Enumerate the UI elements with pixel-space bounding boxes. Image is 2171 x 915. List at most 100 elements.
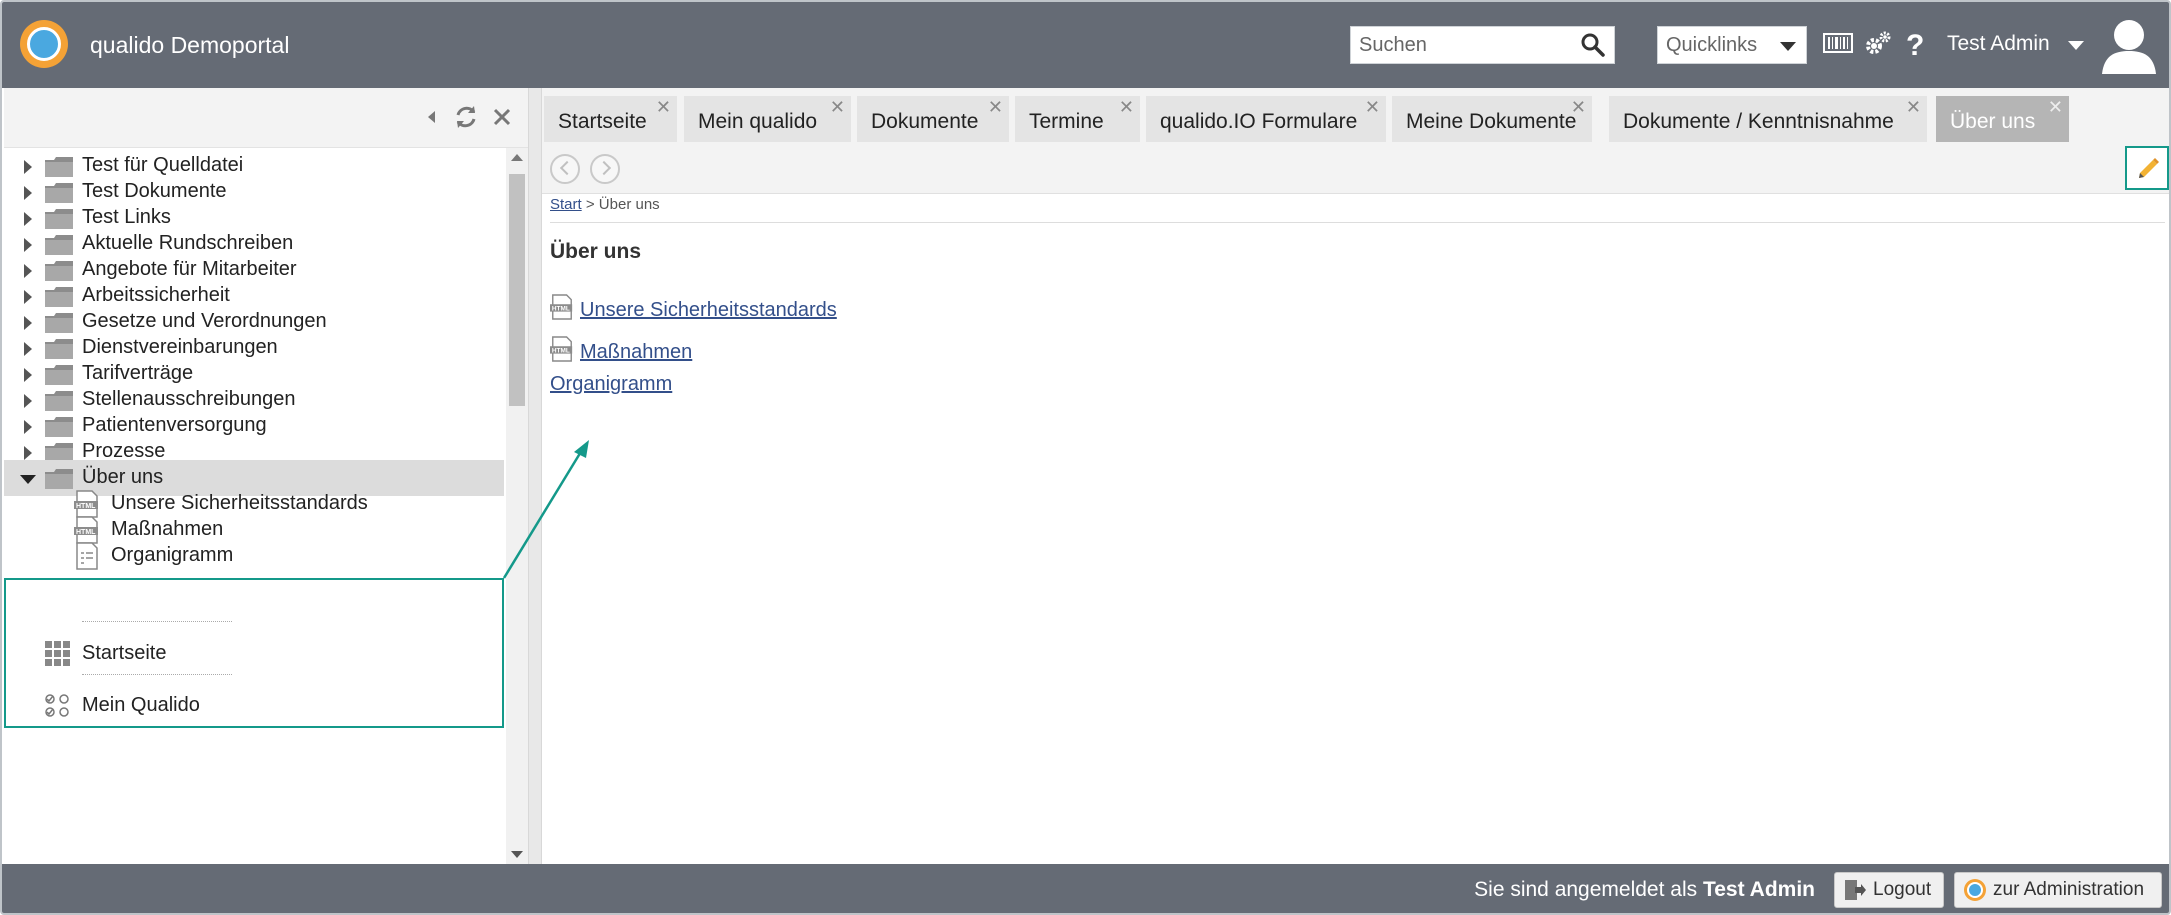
refresh-icon[interactable] — [452, 103, 480, 131]
search-input[interactable] — [1351, 27, 1571, 63]
breadcrumb: Start > Über uns — [550, 196, 660, 213]
document-link-label: Unsere Sicherheitsstandards — [580, 299, 837, 321]
app-window: qualido Demoportal Quicklinks ? — [0, 0, 2171, 915]
collapse-arrow-icon[interactable] — [20, 475, 36, 484]
sidebar: Test für Quelldatei Test Dokumente Test … — [4, 88, 528, 864]
page-title: Über uns — [550, 240, 642, 263]
edit-button[interactable] — [2125, 146, 2169, 190]
admin-label: zur Administration — [1993, 879, 2145, 900]
pane-splitter[interactable] — [528, 88, 542, 864]
close-tab-icon[interactable]: ✕ — [830, 98, 845, 116]
breadcrumb-start-link[interactable]: Start — [550, 196, 582, 213]
breadcrumb-current: Über uns — [598, 196, 660, 213]
html-doc-icon: HTML — [550, 294, 573, 320]
svg-text:HTML: HTML — [76, 529, 96, 536]
avatar-icon[interactable] — [2098, 16, 2160, 74]
close-tab-icon[interactable]: ✕ — [2048, 98, 2063, 116]
svg-text:?: ? — [1906, 29, 1924, 60]
tab-dokumente[interactable]: Dokumente ✕ — [857, 96, 1009, 142]
expand-arrow-icon[interactable] — [24, 394, 32, 408]
tab-termine[interactable]: Termine ✕ — [1015, 96, 1140, 142]
breadcrumb-separator: > — [585, 196, 595, 213]
login-status: Sie sind angemeldet als Test Admin — [1474, 878, 1815, 902]
expand-arrow-icon[interactable] — [24, 186, 32, 200]
tab-label: Dokumente / Kenntnisnahme — [1623, 110, 1894, 133]
expand-arrow-icon[interactable] — [24, 368, 32, 382]
admin-button[interactable]: zur Administration — [1954, 872, 2162, 908]
settings-gears-icon[interactable] — [1862, 28, 1894, 60]
tab-qualido-io-formulare[interactable]: qualido.IO Formulare ✕ — [1146, 96, 1386, 142]
top-header: qualido Demoportal Quicklinks ? — [2, 2, 2169, 88]
user-menu-name[interactable]: Test Admin — [1947, 32, 2050, 56]
scroll-down-icon[interactable] — [511, 851, 523, 858]
document-link-label: Organigramm — [550, 373, 673, 395]
logout-label: Logout — [1873, 879, 1932, 900]
scroll-up-icon[interactable] — [511, 154, 523, 161]
tab-label: Startseite — [558, 110, 647, 133]
html-doc-icon: HTML — [550, 336, 573, 362]
tab-label: Dokumente — [871, 110, 979, 133]
chevron-down-icon — [1780, 42, 1796, 51]
search-icon[interactable] — [1580, 32, 1606, 58]
qualido-logo-icon — [1964, 879, 1986, 901]
sidebar-toolbar — [4, 88, 528, 148]
pencil-icon — [2139, 158, 2159, 178]
expand-arrow-icon[interactable] — [24, 342, 32, 356]
divider — [550, 222, 2165, 223]
close-tab-icon[interactable]: ✕ — [1906, 98, 1921, 116]
login-status-user: Test Admin — [1702, 878, 1815, 901]
sidebar-scrollbar[interactable] — [506, 148, 528, 864]
quicklinks-dropdown[interactable]: Quicklinks — [1657, 26, 1807, 64]
tab-label: Mein qualido — [698, 110, 818, 133]
expand-arrow-icon[interactable] — [24, 446, 32, 460]
close-tab-icon[interactable]: ✕ — [1571, 98, 1586, 116]
tab-label: Termine — [1029, 110, 1104, 133]
folder-tree: Test für Quelldatei Test Dokumente Test … — [4, 148, 506, 864]
close-tab-icon[interactable]: ✕ — [1365, 98, 1380, 116]
close-tab-icon[interactable]: ✕ — [656, 98, 671, 116]
svg-text:HTML: HTML — [552, 306, 570, 313]
tab-bar: Startseite ✕ Mein qualido ✕ Dokumente ✕ Ter… — [542, 88, 2169, 144]
tab-mein-qualido[interactable]: Mein qualido ✕ — [684, 96, 851, 142]
expand-arrow-icon[interactable] — [24, 160, 32, 174]
footer-bar: Sie sind angemeldet als Test Admin Logou… — [2, 864, 2169, 913]
tab-label: Über uns — [1950, 110, 2036, 133]
expand-arrow-icon[interactable] — [24, 264, 32, 278]
tab-startseite[interactable]: Startseite ✕ — [544, 96, 677, 142]
help-icon[interactable]: ? — [1898, 28, 1930, 60]
document-link[interactable]: Organigramm — [550, 373, 672, 396]
forward-arrow-icon[interactable] — [590, 154, 620, 184]
scroll-thumb[interactable] — [509, 174, 525, 406]
history-toolbar — [542, 144, 2169, 194]
tree-document-label: Organigramm — [111, 544, 234, 566]
expand-arrow-icon[interactable] — [24, 290, 32, 304]
barcode-icon[interactable] — [1822, 28, 1854, 60]
tab-label: qualido.IO Formulare — [1160, 110, 1358, 133]
back-arrow-icon[interactable] — [550, 154, 580, 184]
annotation-highlight-tree — [4, 578, 504, 728]
user-menu-chevron-icon[interactable] — [2068, 41, 2084, 50]
document-link-label: Maßnahmen — [580, 341, 693, 363]
tree-document[interactable]: Organigramm — [4, 538, 504, 574]
logout-button[interactable]: Logout — [1834, 872, 1944, 908]
app-title: qualido Demoportal — [90, 32, 290, 58]
expand-arrow-icon[interactable] — [24, 316, 32, 330]
expand-arrow-icon[interactable] — [24, 212, 32, 226]
expand-arrow-icon[interactable] — [24, 238, 32, 252]
quicklinks-label: Quicklinks — [1666, 34, 1758, 56]
tab-ueber-uns[interactable]: Über uns ✕ — [1936, 96, 2069, 142]
close-tab-icon[interactable]: ✕ — [1119, 98, 1134, 116]
tab-dokumente-kenntnisnahme[interactable]: Dokumente / Kenntnisnahme ✕ — [1609, 96, 1927, 142]
expand-arrow-icon[interactable] — [24, 420, 32, 434]
close-icon[interactable] — [488, 103, 516, 131]
logout-icon — [1845, 880, 1866, 900]
document-link[interactable]: HTML Unsere Sicherheitsstandards — [550, 294, 837, 322]
login-status-prefix: Sie sind angemeldet als — [1474, 878, 1698, 901]
svg-text:HTML: HTML — [76, 503, 96, 510]
collapse-left-icon[interactable] — [418, 103, 446, 131]
form-doc-icon — [76, 542, 98, 570]
qualido-logo-icon[interactable] — [20, 20, 68, 68]
document-link[interactable]: HTML Maßnahmen — [550, 336, 692, 364]
tab-meine-dokumente[interactable]: Meine Dokumente ✕ — [1392, 96, 1592, 142]
close-tab-icon[interactable]: ✕ — [988, 98, 1003, 116]
